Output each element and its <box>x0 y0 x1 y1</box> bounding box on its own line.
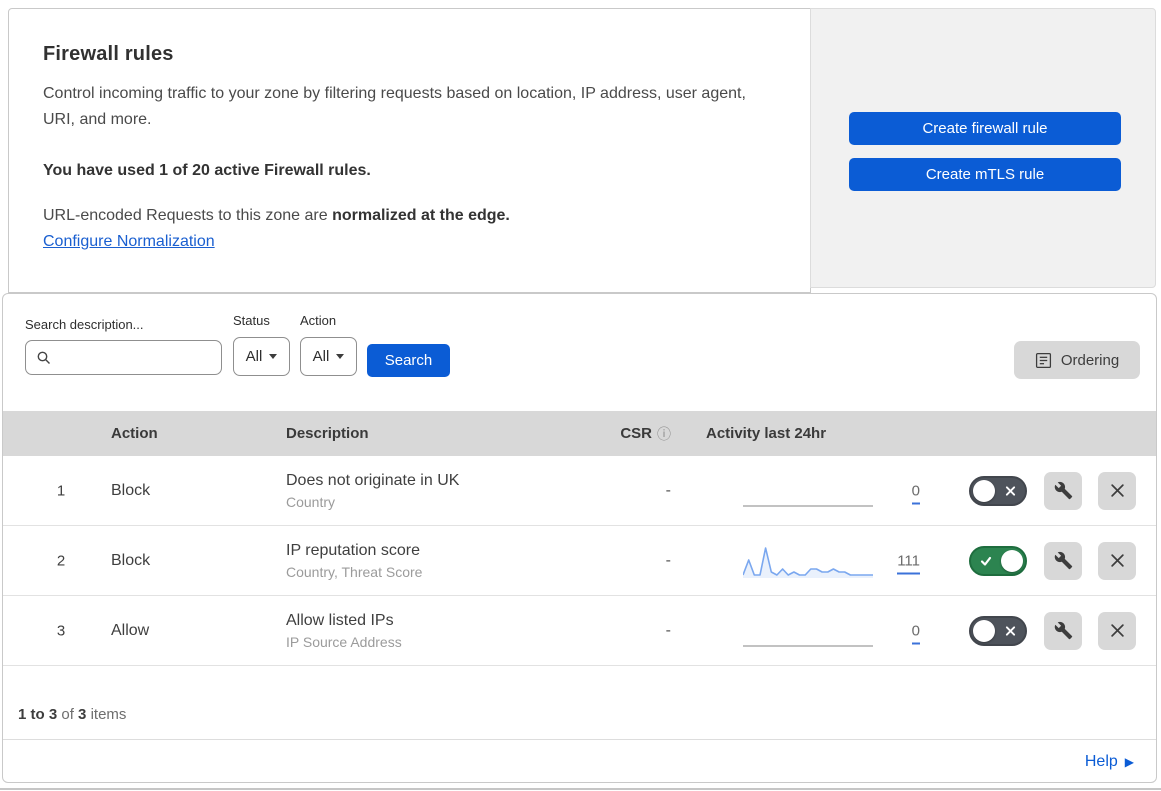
action-filter-value: All <box>312 348 330 365</box>
action-filter-dropdown[interactable]: All <box>300 337 357 376</box>
activity-sparkline <box>742 541 873 581</box>
search-button[interactable]: Search <box>367 344 450 377</box>
normalization-text: URL-encoded Requests to this zone are <box>43 207 333 224</box>
delete-rule-button[interactable] <box>1098 471 1136 510</box>
rule-csr-value: - <box>665 481 671 499</box>
action-filter-label: Action <box>300 313 337 328</box>
table-row: 1 Block Does not originate in UK Country - 0 <box>3 456 1156 526</box>
rule-priority: 3 <box>56 622 66 639</box>
delete-rule-button[interactable] <box>1098 611 1136 650</box>
search-input[interactable] <box>25 340 222 375</box>
x-icon <box>1005 485 1016 496</box>
configure-normalization-link[interactable]: Configure Normalization <box>43 233 215 251</box>
rule-description: IP reputation score Country, Threat Score <box>286 542 422 580</box>
column-header-activity: Activity last 24hr <box>706 425 827 442</box>
total-text: 3 <box>78 706 87 723</box>
rule-priority: 1 <box>56 482 66 499</box>
activity-flatline <box>743 645 873 647</box>
csr-header-label: CSR <box>620 425 652 442</box>
activity-count-link[interactable]: 0 <box>878 622 920 644</box>
status-filter-value: All <box>245 348 263 365</box>
usage-summary: You have used 1 of 20 active Firewall ru… <box>43 162 371 179</box>
search-input-field[interactable] <box>60 349 210 366</box>
close-icon <box>1110 623 1125 638</box>
pagination-summary: 1 to 3 of 3 items <box>18 706 126 723</box>
close-icon <box>1110 483 1125 498</box>
firewall-rules-page: Firewall rules Control incoming traffic … <box>0 0 1161 791</box>
rule-enabled-toggle[interactable] <box>969 545 1027 576</box>
help-link[interactable]: Help ▶ <box>1085 753 1134 771</box>
create-mtls-rule-button[interactable]: Create mTLS rule <box>849 158 1121 191</box>
rule-action: Allow <box>111 621 150 639</box>
wrench-icon <box>1054 481 1073 500</box>
ordering-button-label: Ordering <box>1060 351 1120 369</box>
normalization-bold-text: normalized at the edge. <box>332 207 510 224</box>
help-link-label: Help <box>1084 753 1118 770</box>
activity-flatline <box>743 505 873 507</box>
activity-count-link[interactable]: 0 <box>878 482 920 504</box>
rule-description-title: IP reputation score <box>286 541 421 559</box>
list-document-icon <box>1035 352 1052 369</box>
rule-description-fields: Country, Threat Score <box>286 563 423 580</box>
column-header-action: Action <box>111 425 158 442</box>
rule-enabled-toggle[interactable] <box>969 615 1027 646</box>
activity-count-link[interactable]: 111 <box>878 552 920 574</box>
delete-rule-button[interactable] <box>1098 541 1136 580</box>
chevron-down-icon <box>269 354 278 359</box>
info-icon[interactable]: ⓘ <box>657 424 671 444</box>
rules-card: Search description... Status All Action … <box>2 293 1157 783</box>
toggle-knob <box>973 619 995 642</box>
toggle-knob <box>973 479 995 502</box>
ordering-button[interactable]: Ordering <box>1014 341 1140 379</box>
arrow-right-icon: ▶ <box>1124 755 1134 769</box>
status-filter-dropdown[interactable]: All <box>233 337 290 376</box>
table-header: Action Description CSR ⓘ Activity last 2… <box>3 411 1156 456</box>
normalization-note: URL-encoded Requests to this zone are no… <box>43 207 770 225</box>
page-title: Firewall rules <box>43 43 174 65</box>
page-bottom-border <box>0 788 1161 790</box>
table-row: 3 Allow Allow listed IPs IP Source Address -… <box>3 596 1156 666</box>
edit-rule-button[interactable] <box>1044 611 1082 650</box>
column-header-csr: CSR ⓘ <box>563 411 671 456</box>
rule-action: Block <box>111 551 151 569</box>
wrench-icon <box>1054 621 1073 640</box>
rule-description-title: Does not originate in UK <box>286 471 460 489</box>
create-firewall-rule-button[interactable]: Create firewall rule <box>849 112 1121 145</box>
search-description-label: Search description... <box>25 317 144 332</box>
chevron-down-icon <box>336 354 345 359</box>
edit-rule-button[interactable] <box>1044 471 1082 510</box>
status-filter-label: Status <box>233 313 270 328</box>
page-description: Control incoming traffic to your zone by… <box>43 85 746 128</box>
x-icon <box>1005 625 1016 636</box>
rule-csr-value: - <box>665 621 671 639</box>
rule-csr-value: - <box>665 551 671 569</box>
table-row: 2 Block IP reputation score Country, Threat… <box>3 526 1156 596</box>
rule-description-title: Allow listed IPs <box>286 611 394 629</box>
column-header-description: Description <box>286 425 369 442</box>
edit-rule-button[interactable] <box>1044 541 1082 580</box>
actions-panel: Create firewall rule Create mTLS rule <box>810 8 1156 288</box>
check-icon <box>979 554 993 568</box>
rule-action: Block <box>111 481 151 499</box>
footer-divider <box>3 739 1156 740</box>
rule-priority: 2 <box>56 552 66 569</box>
range-text: 1 to 3 <box>18 706 58 723</box>
toggle-knob <box>1001 549 1023 572</box>
rules-table-body: 1 Block Does not originate in UK Country - 0 2… <box>3 456 1156 666</box>
of-text: of <box>61 706 74 723</box>
rule-description: Does not originate in UK Country <box>286 472 459 510</box>
rule-description-fields: IP Source Address <box>286 633 402 650</box>
wrench-icon <box>1054 551 1073 570</box>
rule-description-fields: Country <box>286 493 336 510</box>
search-icon <box>36 350 52 366</box>
intro-card: Firewall rules Control incoming traffic … <box>8 8 811 293</box>
items-text: items <box>90 706 127 723</box>
rule-enabled-toggle[interactable] <box>969 475 1027 506</box>
close-icon <box>1110 553 1125 568</box>
rule-description: Allow listed IPs IP Source Address <box>286 612 402 650</box>
